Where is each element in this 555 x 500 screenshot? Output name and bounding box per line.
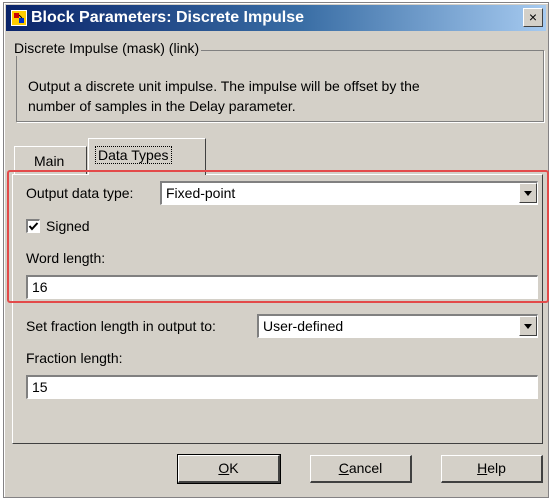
signed-checkbox[interactable] (26, 219, 40, 233)
fraction-length-mode-value: User-defined (263, 318, 344, 334)
close-icon: × (528, 9, 538, 25)
word-length-value: 16 (32, 279, 48, 295)
signed-label: Signed (46, 218, 90, 234)
tab-panel (12, 174, 543, 444)
fraction-length-value: 15 (32, 379, 48, 395)
groupbox-title: Discrete Impulse (mask) (link) (12, 40, 202, 56)
fraction-length-label: Fraction length: (26, 350, 123, 366)
word-length-label: Word length: (26, 250, 106, 266)
title-bar[interactable]: Block Parameters: Discrete Impulse × (6, 5, 546, 31)
tab-main-label: Main (34, 153, 65, 169)
cancel-mnemonic: C (338, 460, 349, 476)
ok-label-rest: K (229, 460, 239, 476)
tab-data-types[interactable]: Data Types (88, 138, 206, 175)
description-line-1: Output a discrete unit impulse. The impu… (28, 78, 420, 94)
fraction-length-mode-select[interactable]: User-defined (257, 314, 538, 338)
cancel-label-rest: ancel (348, 460, 383, 476)
simulink-block-icon (11, 10, 27, 26)
close-button[interactable]: × (523, 8, 543, 27)
tab-main[interactable]: Main (14, 146, 87, 174)
help-button[interactable]: Help (441, 455, 543, 483)
ok-mnemonic: O (218, 460, 230, 476)
output-data-type-label: Output data type: (26, 185, 134, 201)
description-line-2: number of samples in the Delay parameter… (28, 98, 296, 114)
tab-data-types-label: Data Types (95, 146, 172, 164)
block-description: Output a discrete unit impulse. The impu… (28, 76, 528, 116)
help-label-rest: elp (487, 460, 506, 476)
help-mnemonic: H (477, 460, 488, 476)
fraction-length-mode-label: Set fraction length in output to: (26, 318, 216, 334)
word-length-input[interactable]: 16 (26, 275, 538, 299)
fraction-length-input[interactable]: 15 (26, 375, 538, 399)
output-data-type-value: Fixed-point (166, 185, 236, 201)
ok-button[interactable]: OK (177, 454, 281, 484)
cancel-button[interactable]: Cancel (310, 455, 412, 483)
checkmark-icon (28, 222, 39, 231)
output-data-type-select[interactable]: Fixed-point (160, 181, 538, 205)
chevron-down-icon[interactable] (519, 183, 537, 203)
chevron-down-icon[interactable] (519, 316, 537, 336)
window-title: Block Parameters: Discrete Impulse (31, 9, 305, 26)
